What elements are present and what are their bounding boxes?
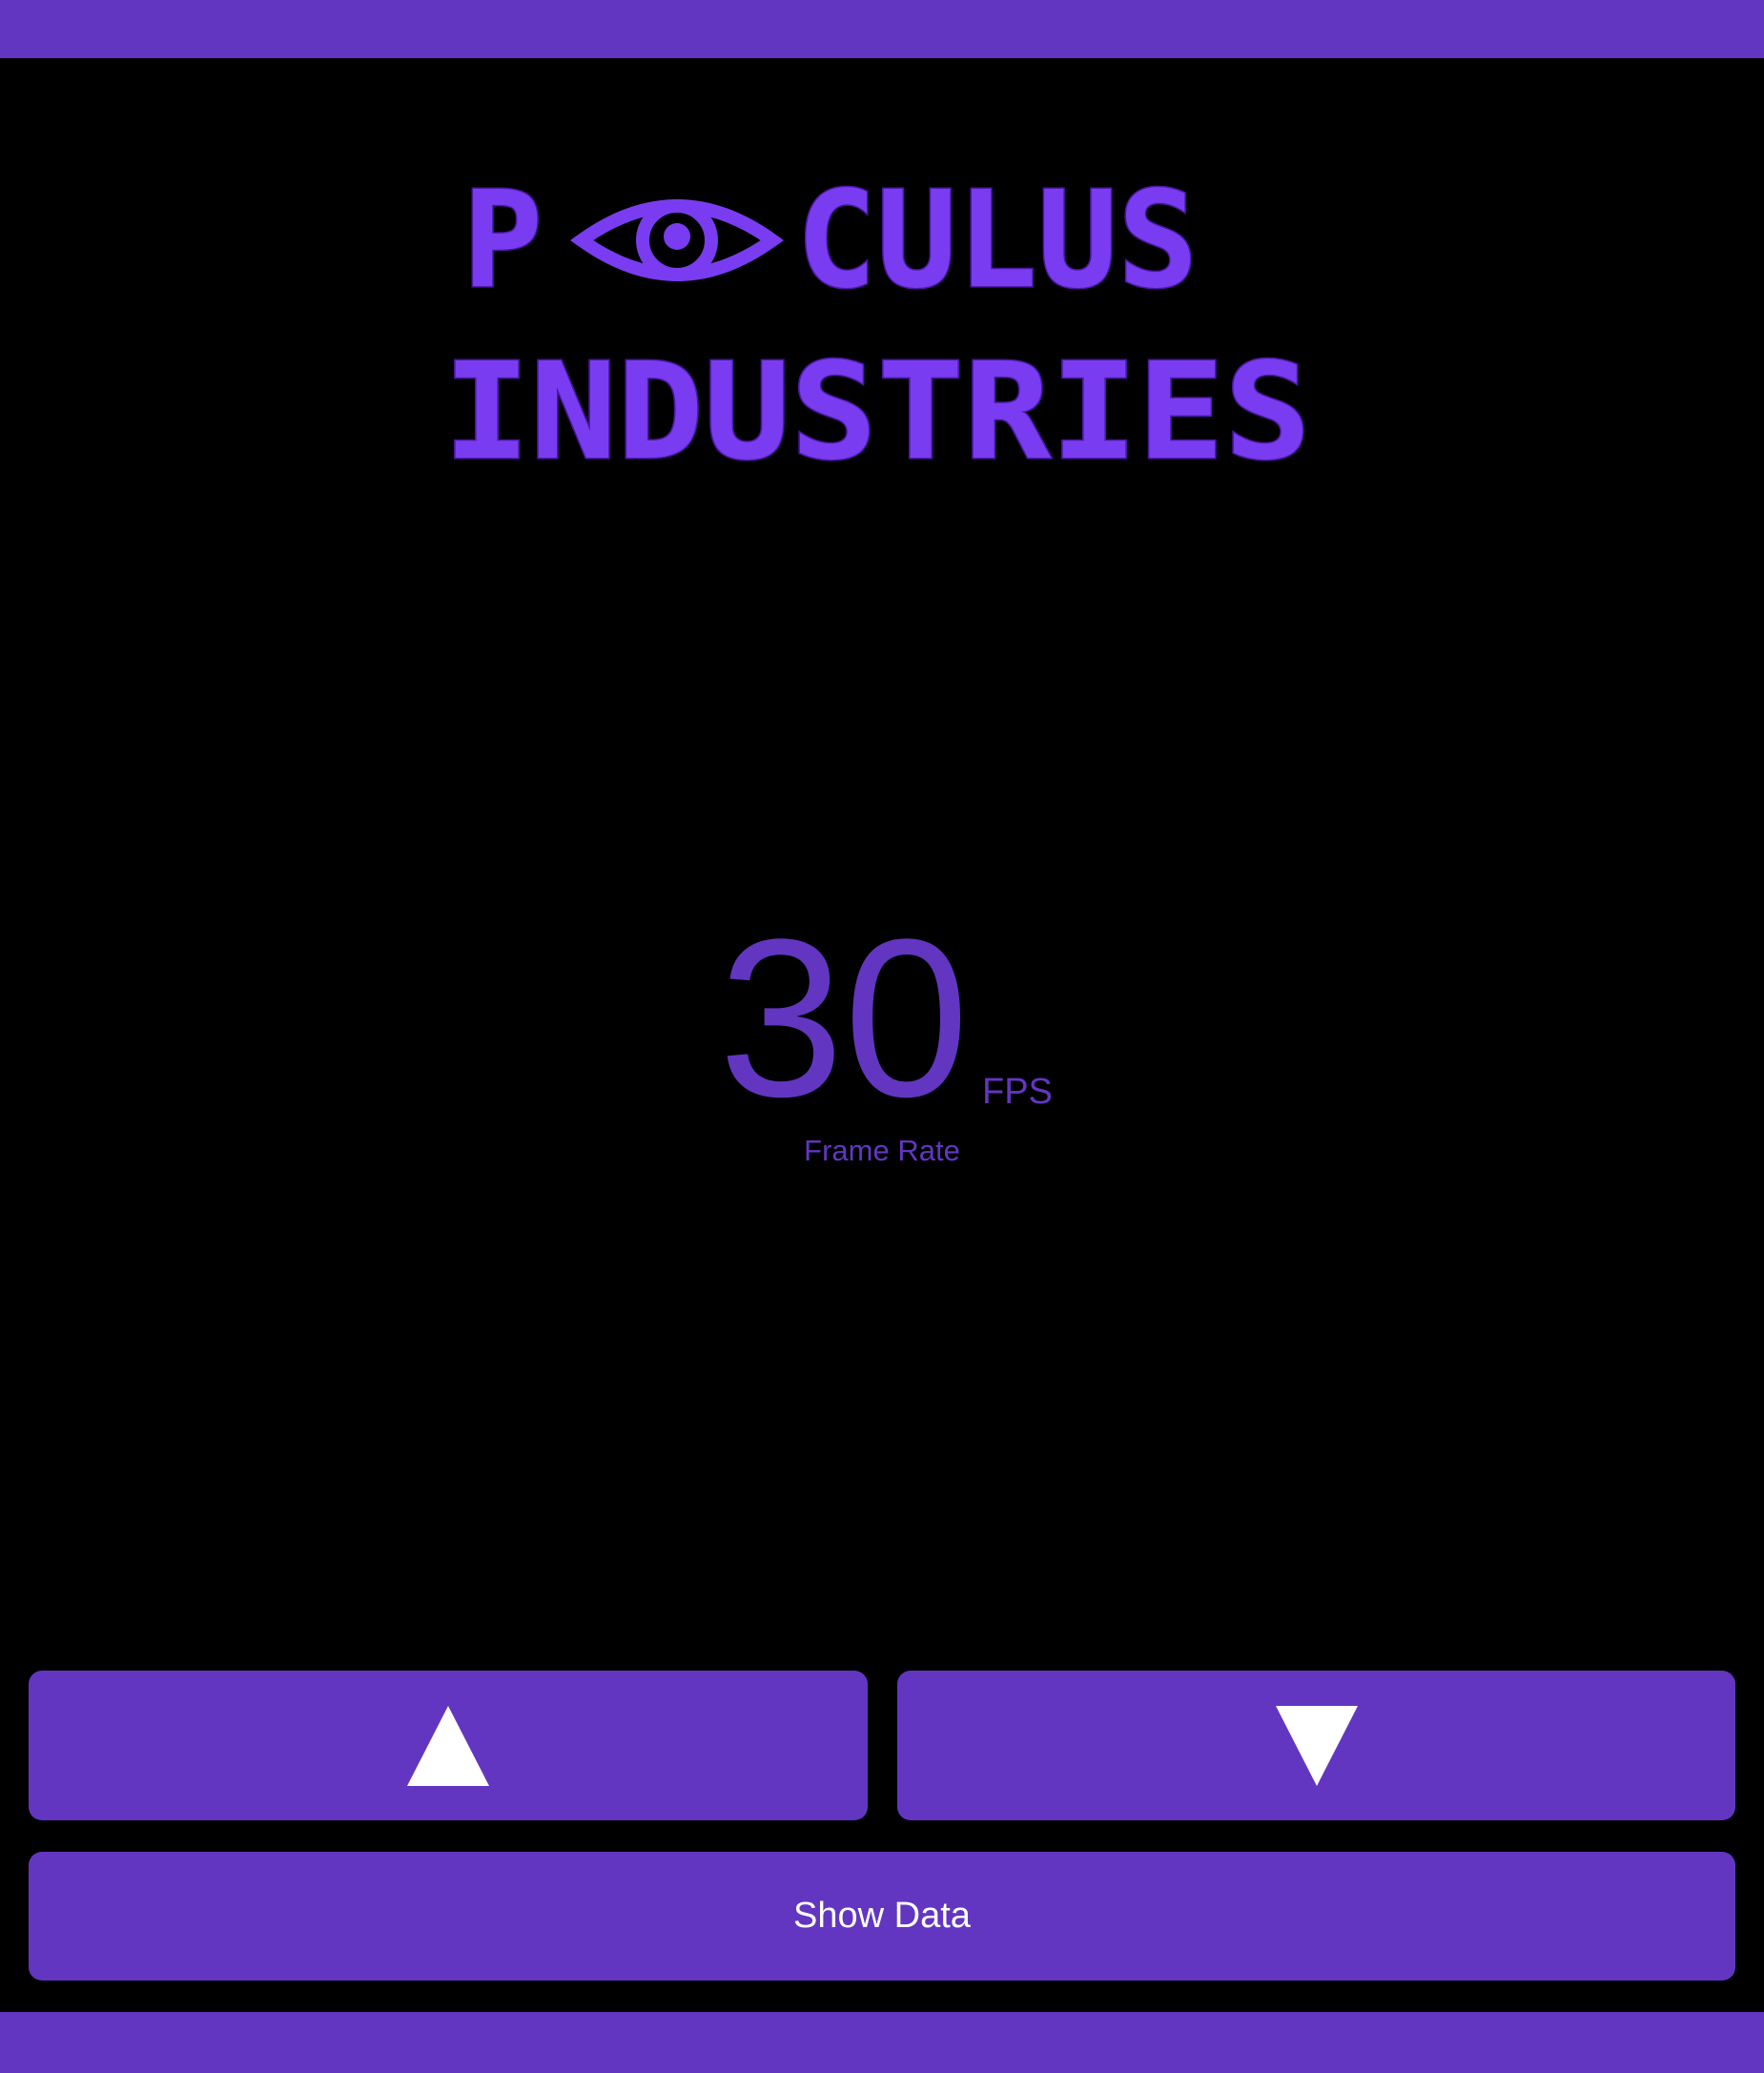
logo-word-culus: CULUS <box>796 172 1198 318</box>
top-bar <box>0 0 1764 58</box>
triangle-down-icon <box>1275 1705 1358 1786</box>
show-data-label: Show Data <box>793 1896 971 1936</box>
fps-unit: FPS <box>982 1072 1053 1112</box>
decrease-frame-rate-button[interactable] <box>897 1671 1735 1820</box>
logo-letter-p: P <box>462 172 543 318</box>
frame-rate-readout: 30 FPS Frame Rate <box>0 906 1764 1182</box>
show-data-button[interactable]: Show Data <box>29 1852 1735 1981</box>
fps-caption: Frame Rate <box>804 1134 960 1167</box>
eye-icon <box>570 199 784 281</box>
app-screen: P CULUS INDUSTRIES 30 FPS Frame Rate Sho… <box>0 0 1764 2073</box>
logo-word-industries: INDUSTRIES <box>443 335 1311 477</box>
triangle-up-icon <box>407 1705 489 1786</box>
bottom-bar <box>0 2012 1764 2073</box>
increase-frame-rate-button[interactable] <box>29 1671 868 1820</box>
fps-value: 30 <box>718 893 970 1144</box>
company-logo: P CULUS INDUSTRIES <box>443 172 1321 477</box>
logo-graphic: P CULUS INDUSTRIES <box>443 172 1313 477</box>
